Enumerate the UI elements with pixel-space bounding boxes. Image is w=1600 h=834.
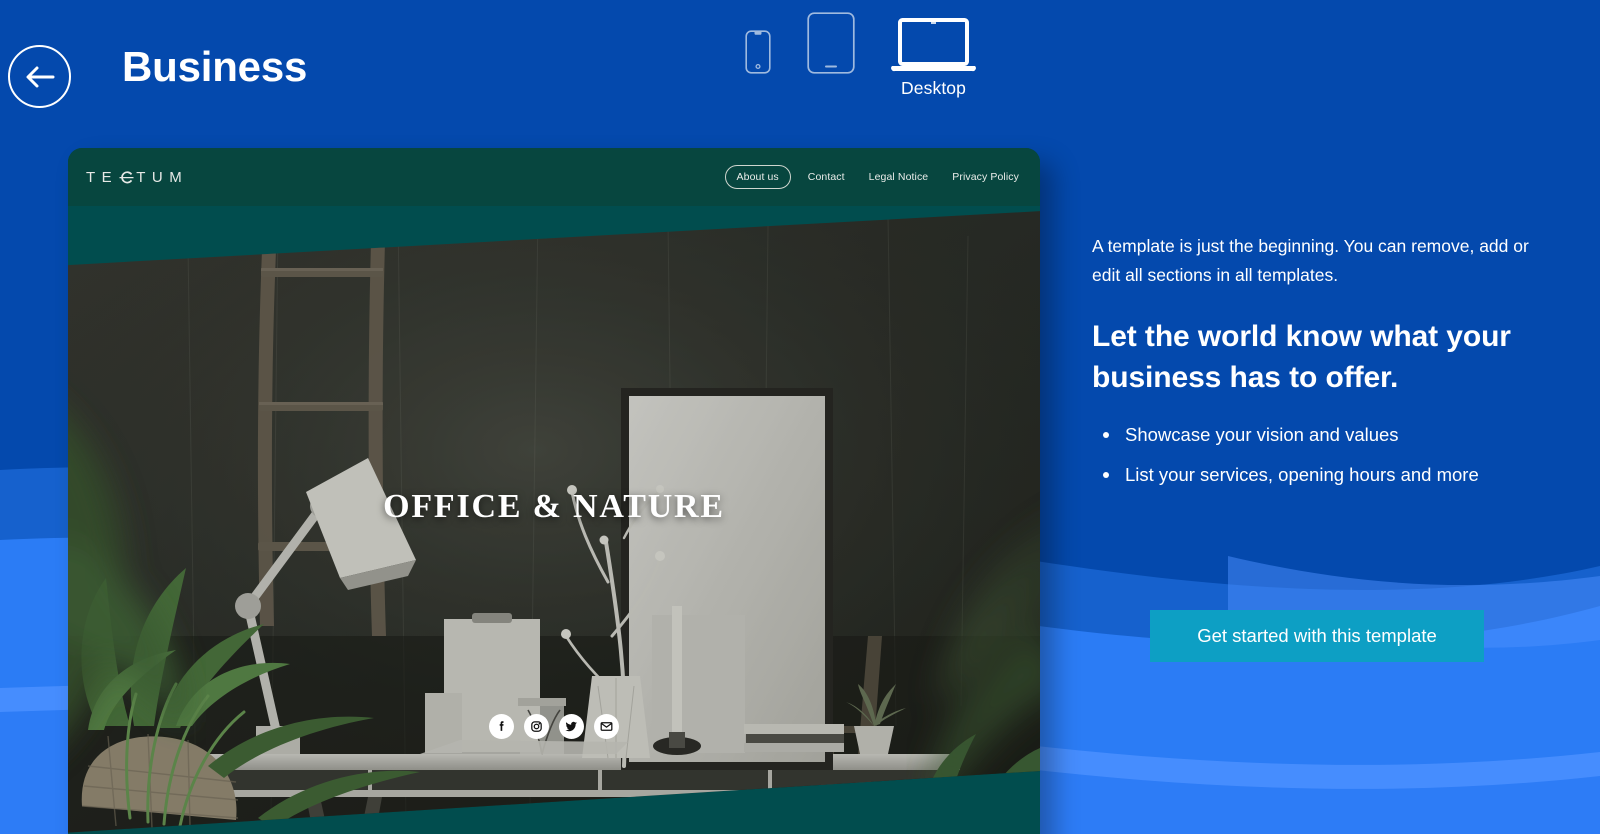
email-icon[interactable]: [594, 714, 619, 739]
twitter-icon[interactable]: [559, 714, 584, 739]
info-bullet-item: List your services, opening hours and mo…: [1092, 460, 1532, 490]
laptop-icon: [891, 12, 976, 74]
template-preview-screen: Business Desktop T E T U M About us Cont…: [0, 0, 1600, 834]
instagram-icon[interactable]: [524, 714, 549, 739]
logo-letter-m: M: [169, 168, 189, 186]
mobile-phone-icon: [745, 12, 771, 74]
site-menu: About us Contact Legal Notice Privacy Po…: [724, 165, 1026, 189]
site-hero-section: OFFICE & NATURE: [68, 206, 1040, 834]
site-menu-item-privacy-policy[interactable]: Privacy Policy: [945, 167, 1026, 187]
arrow-left-icon: [25, 65, 55, 89]
device-label-desktop: Desktop: [901, 78, 966, 98]
template-info-panel: A template is just the beginning. You ca…: [1092, 232, 1562, 500]
site-logo[interactable]: T E T U M: [86, 169, 188, 186]
site-menu-item-contact[interactable]: Contact: [801, 167, 852, 187]
hero-social-links: [68, 714, 1040, 739]
site-menu-item-legal-notice[interactable]: Legal Notice: [862, 167, 936, 187]
logo-letter-c-stylized: [118, 170, 135, 185]
info-lead-text: A template is just the beginning. You ca…: [1092, 236, 1529, 285]
facebook-icon[interactable]: [489, 714, 514, 739]
info-bullet-item: Showcase your vision and values: [1092, 420, 1532, 450]
info-bullet-list: Showcase your vision and values List you…: [1092, 420, 1532, 490]
top-toolbar: Business Desktop: [0, 0, 1600, 140]
back-button[interactable]: [8, 45, 71, 108]
device-switcher: Desktop: [745, 0, 976, 100]
page-title: Business: [122, 43, 308, 90]
get-started-button[interactable]: Get started with this template: [1150, 610, 1484, 662]
device-option-mobile[interactable]: [745, 12, 771, 100]
tablet-icon: [807, 12, 855, 74]
device-option-desktop[interactable]: Desktop: [891, 12, 976, 100]
site-menu-item-about-us[interactable]: About us: [724, 165, 791, 189]
logo-letter-t1: T: [86, 168, 102, 186]
site-navbar: T E T U M About us Contact Legal Notice …: [68, 148, 1040, 206]
device-option-tablet[interactable]: [807, 12, 855, 100]
hero-title: OFFICE & NATURE: [383, 488, 725, 525]
logo-letter-t2: T: [136, 168, 152, 186]
template-preview-card[interactable]: T E T U M About us Contact Legal Notice …: [68, 148, 1040, 834]
logo-letter-u: U: [151, 168, 170, 186]
logo-letter-e: E: [101, 168, 119, 186]
info-heading: Let the world know what your business ha…: [1092, 320, 1511, 394]
